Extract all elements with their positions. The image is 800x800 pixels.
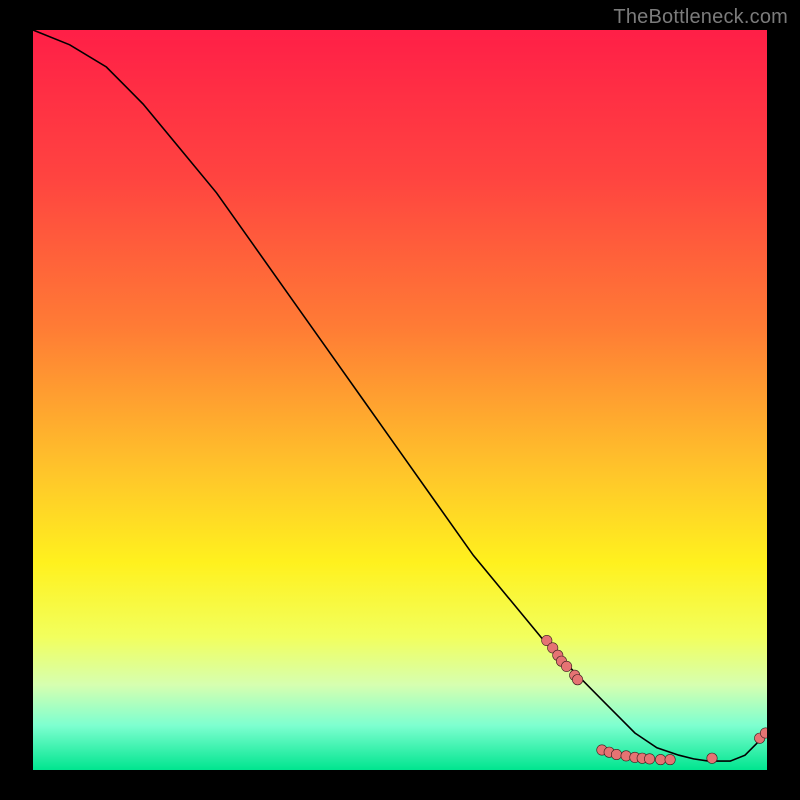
plot-background <box>33 30 767 770</box>
data-dot <box>655 754 665 764</box>
data-dot <box>707 753 717 763</box>
data-dot <box>644 754 654 764</box>
data-dot <box>561 661 571 671</box>
bottleneck-chart <box>0 0 800 800</box>
data-dot <box>572 675 582 685</box>
data-dot <box>611 749 621 759</box>
data-dot <box>760 728 770 738</box>
data-dot <box>665 754 675 764</box>
chart-stage: { "watermark": "TheBottleneck.com", "plo… <box>0 0 800 800</box>
watermark-text: TheBottleneck.com <box>613 6 788 29</box>
